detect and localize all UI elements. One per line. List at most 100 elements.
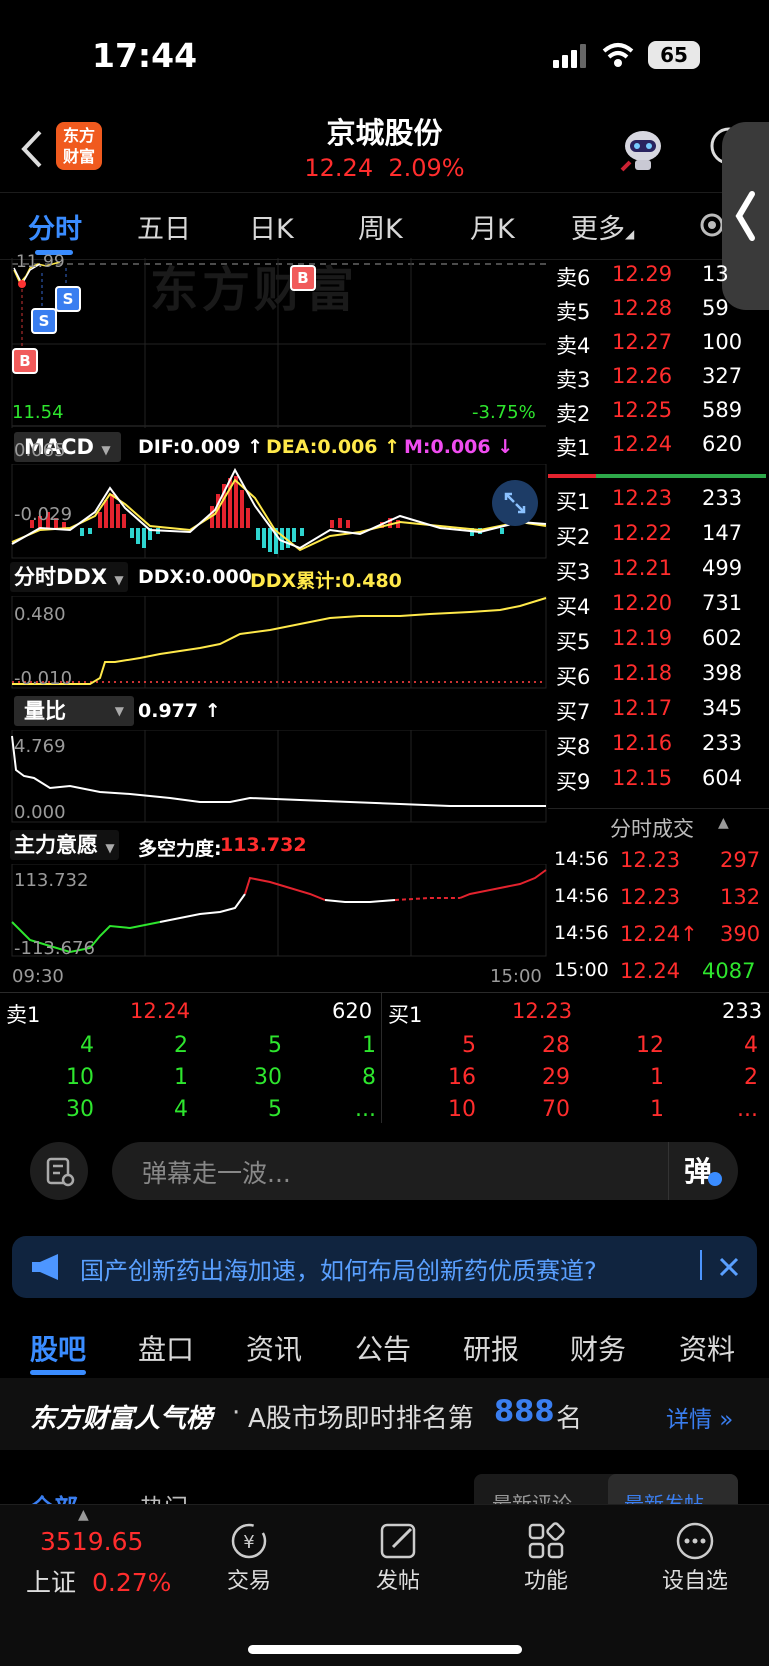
feed-filter-peek: 全部 热门 最新评论 最新发帖 xyxy=(0,1466,769,1506)
functions-button[interactable]: 功能 xyxy=(491,1519,601,1595)
rank-detail-link[interactable]: 详情 » xyxy=(666,1400,733,1434)
buy-level[interactable]: 买2 12.22 147 xyxy=(548,517,769,552)
sell-queue[interactable]: 卖1 12.24 620 4 2 5 1 10 1 30 8 30 4 5 ..… xyxy=(0,993,382,1123)
main-force-ymin: -113.676 xyxy=(14,938,95,959)
ticks-header[interactable]: 分时成交 ▲ xyxy=(548,808,769,841)
sort-toggle: 最新评论 最新发帖 xyxy=(474,1474,738,1506)
index-name: 上证 xyxy=(26,1568,77,1597)
sell-level[interactable]: 卖5 12.28 59 xyxy=(548,292,769,327)
volume-ratio-ymin: 0.000 xyxy=(14,802,66,823)
expand-icon[interactable] xyxy=(492,480,538,526)
sell-marker[interactable]: S xyxy=(55,286,81,312)
content-tabs: 股吧 盘口 资讯 公告 研报 财务 资料 xyxy=(0,1316,769,1376)
ddx-sum: DDX累计:0.480 xyxy=(250,570,402,592)
tab-research[interactable]: 研报 xyxy=(463,1328,519,1368)
time-end: 15:00 xyxy=(490,966,542,987)
buy-level[interactable]: 买6 12.18 398 xyxy=(548,657,769,692)
sell-level[interactable]: 卖4 12.27 100 xyxy=(548,326,769,361)
trade-icon: ¥ xyxy=(231,1523,267,1559)
popularity-rank[interactable]: 东方财富人气榜 · A股市场即时排名第 888 名 详情 » xyxy=(0,1378,769,1450)
buy-level[interactable]: 买1 12.23 233 xyxy=(548,482,769,517)
battery-icon: 65 xyxy=(648,41,700,69)
main-force-ymax: 113.732 xyxy=(14,870,89,891)
price-low-pct: -3.75% xyxy=(472,402,536,423)
sort-up-icon: ▲ xyxy=(718,815,729,831)
signal-icon xyxy=(553,44,587,68)
volume-ratio-value: 0.977 ↑ xyxy=(138,700,221,722)
megaphone-icon xyxy=(30,1254,64,1280)
main-force-selector[interactable]: 主力意愿 ▼ xyxy=(10,830,119,860)
buy-marker[interactable]: B xyxy=(12,348,38,374)
danmu-divider xyxy=(668,1142,669,1200)
sell-level[interactable]: 卖1 12.24 620 xyxy=(548,428,769,463)
sell-marker[interactable]: S xyxy=(31,308,57,334)
macd-dea: DEA:0.006 ↑ xyxy=(266,436,401,458)
volume-ratio-selector[interactable]: 量比 ▼ xyxy=(14,696,134,726)
tab-intraday[interactable]: 分时 xyxy=(28,207,82,246)
buy-level[interactable]: 买3 12.21 499 xyxy=(548,552,769,587)
add-watchlist-button[interactable]: 设自选 xyxy=(640,1519,750,1595)
volume-ratio-header: 量比 ▼ 0.977 ↑ xyxy=(0,694,548,728)
danmu-input[interactable]: 弹幕走一波... 弹 xyxy=(112,1142,738,1200)
stock-header: 东方 财富 京城股份 12.24 2.09% xyxy=(0,110,769,192)
ddx-ymin: -0.010 xyxy=(14,668,73,689)
tab-month-k[interactable]: 月K xyxy=(470,207,515,246)
ddx-chart[interactable] xyxy=(0,596,548,692)
wifi-icon xyxy=(602,42,634,68)
tab-news[interactable]: 资讯 xyxy=(246,1328,302,1368)
tab-profile[interactable]: 资料 xyxy=(679,1328,735,1368)
robot-assistant-icon[interactable] xyxy=(618,126,668,172)
buy-level[interactable]: 买7 12.17 345 xyxy=(548,692,769,727)
tab-finance[interactable]: 财务 xyxy=(570,1328,626,1368)
danmu-send-button[interactable]: 弹 xyxy=(684,1150,712,1190)
sell-level[interactable]: 卖2 12.25 589 xyxy=(548,394,769,429)
sell-level[interactable]: 卖6 12.29 13 xyxy=(548,258,769,293)
bottom-toolbar: ▲ 3519.65 上证 0.27% ¥ 交易 发帖 功能 设自选 xyxy=(0,1504,769,1666)
price-top-label: 11.99 xyxy=(16,252,65,272)
ddx-header: 分时DDX ▼ DDX:0.000 DDX累计:0.480 xyxy=(0,560,548,594)
news-banner[interactable]: 国产创新药出海加速，如何布局创新药优质赛道? xyxy=(12,1236,757,1298)
buy-level[interactable]: 买8 12.16 233 xyxy=(548,727,769,762)
main-force-header: 主力意愿 ▼ 多空力度: 113.732 xyxy=(0,828,548,862)
danmu-settings-icon[interactable] xyxy=(30,1142,88,1200)
tab-more[interactable]: 更多◢ xyxy=(571,207,634,246)
buy-queue[interactable]: 买1 12.23 233 5 28 12 4 16 29 1 2 10 70 1… xyxy=(382,993,769,1123)
tab-five-day[interactable]: 五日 xyxy=(137,207,191,246)
tab-announcements[interactable]: 公告 xyxy=(355,1328,411,1368)
tab-pankou[interactable]: 盘口 xyxy=(138,1328,194,1368)
ddx-selector[interactable]: 分时DDX ▼ xyxy=(10,562,128,592)
tick-row: 14:56 12.23 132 xyxy=(554,885,761,909)
sell-level[interactable]: 卖3 12.26 327 xyxy=(548,360,769,395)
buy-level[interactable]: 买4 12.20 731 xyxy=(548,587,769,622)
intraday-chart-area[interactable]: 11.99 东方财富 B S S B 11.54 -3.75% MACD ▼ D… xyxy=(0,252,548,988)
edit-icon xyxy=(380,1523,416,1559)
check-badge-icon xyxy=(708,1172,722,1186)
buy-level[interactable]: 买5 12.19 602 xyxy=(548,622,769,657)
buy-marker[interactable]: B xyxy=(290,265,316,291)
watermark: 东方财富 xyxy=(150,262,359,318)
tab-week-k[interactable]: 周K xyxy=(358,207,403,246)
index-pct: 0.27% xyxy=(91,1568,172,1597)
macd-chart[interactable] xyxy=(0,464,548,560)
battery-level: 65 xyxy=(660,43,688,67)
tab-guba[interactable]: 股吧 xyxy=(30,1328,86,1368)
expand-up-icon[interactable]: ▲ xyxy=(78,1507,89,1523)
index-widget[interactable]: 上证 0.27% xyxy=(26,1563,171,1599)
grid-icon xyxy=(528,1522,565,1559)
index-value: 3519.65 xyxy=(40,1527,144,1556)
post-button[interactable]: 发帖 xyxy=(343,1519,453,1595)
buy-level[interactable]: 买9 12.15 604 xyxy=(548,762,769,797)
volume-ratio-chart[interactable] xyxy=(0,730,548,826)
main-force-label: 多空力度: xyxy=(138,838,222,860)
price-low-label: 11.54 xyxy=(12,402,64,423)
tab-day-k[interactable]: 日K xyxy=(249,207,294,246)
macd-dif: DIF:0.009 ↑ xyxy=(138,436,264,458)
order-book: 卖6 12.29 13 卖5 12.28 59 卖4 12.27 100 卖3 12.26 32… xyxy=(548,258,769,988)
tick-row: 15:00 12.24 4087 xyxy=(554,959,756,983)
trade-button[interactable]: ¥ 交易 xyxy=(194,1519,304,1595)
close-icon[interactable] xyxy=(716,1254,742,1280)
danmu-bar: 弹幕走一波... 弹 xyxy=(0,1130,769,1210)
status-bar: 17:44 65 xyxy=(0,0,769,110)
rank-unit: 名 xyxy=(556,1404,583,1434)
ddx-value: DDX:0.000 xyxy=(138,566,252,588)
